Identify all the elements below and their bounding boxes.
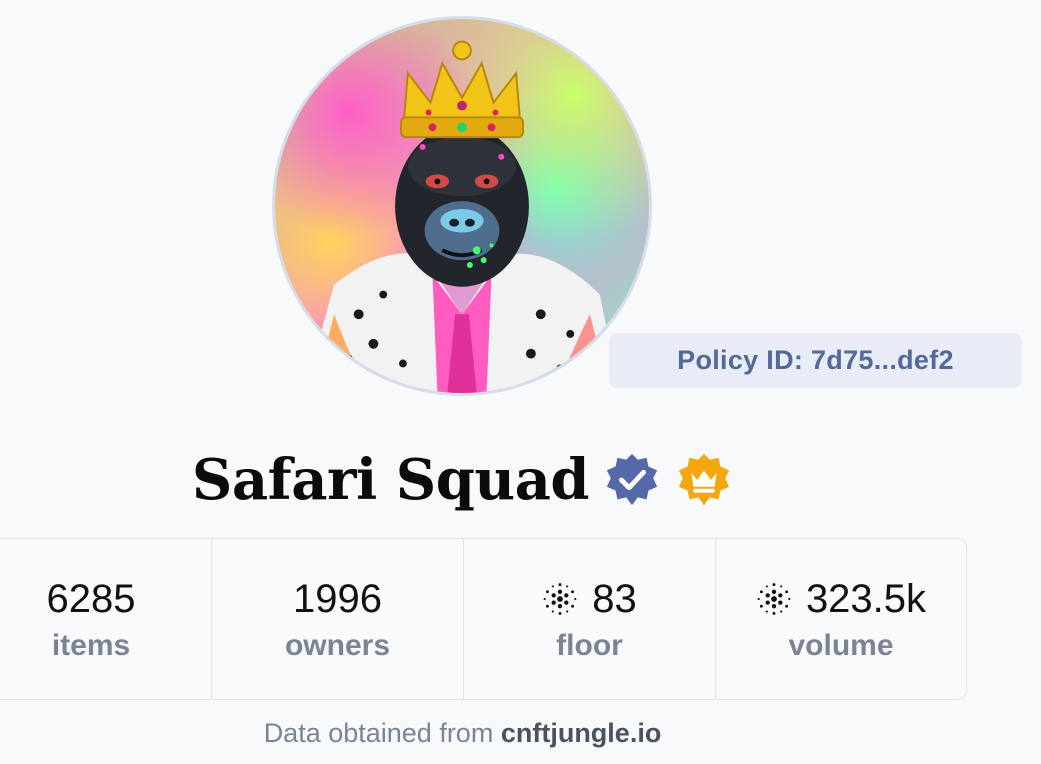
stat-label: floor bbox=[556, 629, 623, 662]
cardano-ada-icon bbox=[543, 583, 577, 615]
stat-items: 6285 items bbox=[0, 539, 212, 699]
collection-avatar bbox=[272, 16, 652, 396]
data-source-prefix: Data obtained from bbox=[263, 718, 501, 748]
stat-value: 6285 bbox=[47, 575, 136, 623]
stat-value: 323.5k bbox=[756, 575, 926, 623]
data-source-note: Data obtained from cnftjungle.io bbox=[0, 718, 925, 749]
stat-label: items bbox=[51, 629, 131, 662]
stat-volume: 323.5k volume bbox=[716, 539, 966, 699]
stat-floor: 83 floor bbox=[464, 539, 716, 699]
collection-header: Policy ID: 7d75...def2 Safari Squad 6285… bbox=[0, 0, 1041, 764]
title-row: Safari Squad bbox=[0, 440, 925, 520]
royalty-crown-badge-icon bbox=[678, 453, 730, 506]
cardano-ada-icon bbox=[757, 583, 791, 615]
owners-count: 1996 bbox=[293, 577, 382, 621]
stat-value: 83 bbox=[542, 575, 637, 623]
stat-owners: 1996 owners bbox=[212, 539, 464, 699]
items-count: 6285 bbox=[46, 577, 136, 621]
gorilla-king-image bbox=[304, 40, 620, 393]
collection-title: Safari Squad bbox=[191, 447, 590, 513]
floor-price: 83 bbox=[592, 577, 637, 621]
policy-id-button[interactable]: Policy ID: 7d75...def2 bbox=[609, 333, 1022, 388]
stat-label: owners bbox=[284, 629, 391, 662]
stat-label: volume bbox=[788, 629, 894, 662]
collection-stats: 6285 items 1996 owners 83 floor 323.5k v… bbox=[0, 538, 967, 700]
verified-badge-icon bbox=[606, 453, 658, 506]
data-source-link[interactable]: cnftjungle.io bbox=[501, 718, 661, 748]
volume-total: 323.5k bbox=[805, 577, 927, 621]
stat-value: 1996 bbox=[293, 575, 382, 623]
